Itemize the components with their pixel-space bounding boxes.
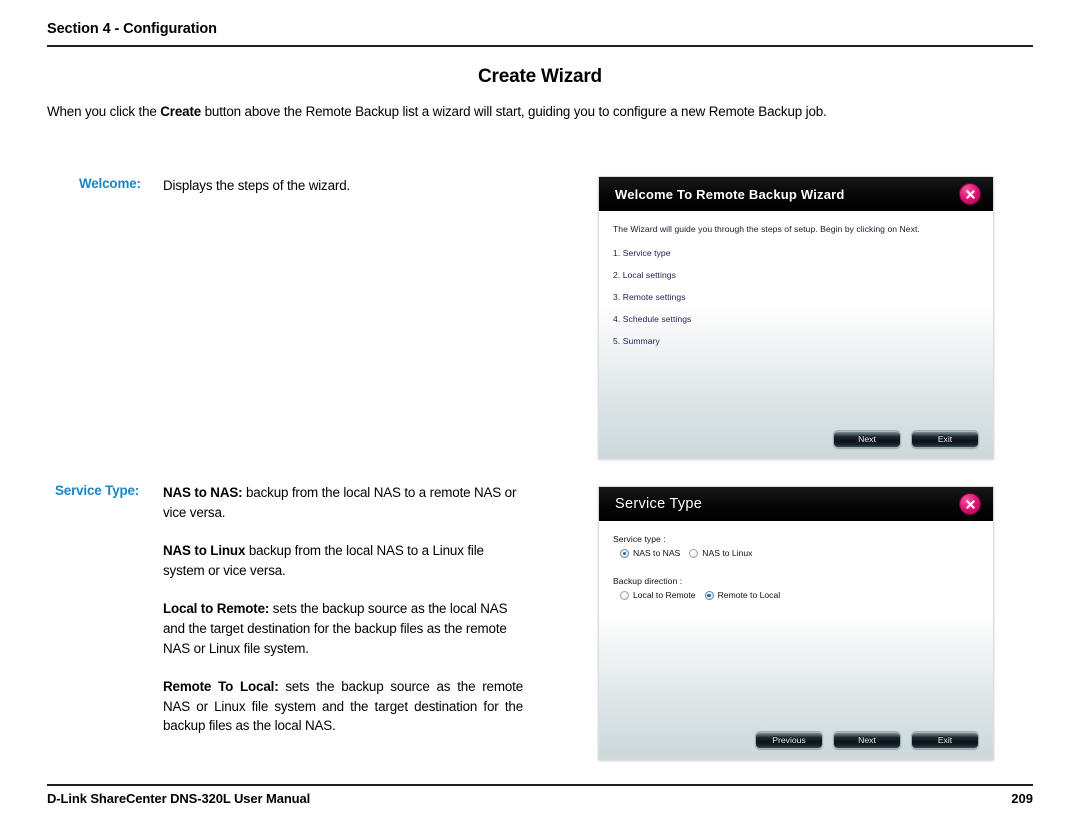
intro-text-after: button above the Remote Backup list a wi…	[201, 104, 827, 119]
page-title: Create Wizard	[478, 66, 602, 87]
para-4-bold: Remote To Local:	[163, 679, 279, 695]
header-divider	[47, 45, 1033, 47]
wizard-step-1: 1. Service type	[613, 248, 671, 258]
para-2-bold: NAS to Linux	[163, 543, 246, 559]
radio-indicator-nas-to-nas[interactable]	[620, 549, 629, 558]
radio-indicator-local-to-remote[interactable]	[620, 591, 629, 600]
exit-button[interactable]: Exit	[911, 430, 979, 448]
exit-button[interactable]: Exit	[911, 731, 979, 749]
radio-label-local-to-remote: Local to Remote	[633, 590, 696, 600]
radio-remote-to-local[interactable]: Remote to Local	[704, 590, 781, 601]
footer-divider	[47, 784, 1033, 786]
footer-manual-title: D-Link ShareCenter DNS-320L User Manual	[47, 791, 311, 806]
previous-button[interactable]: Previous	[755, 731, 823, 749]
welcome-description: Displays the steps of the wizard.	[163, 178, 351, 193]
row-body-service-type: NAS to NAS: backup from the local NAS to…	[163, 483, 523, 736]
radio-nas-to-nas[interactable]: NAS to NAS	[620, 548, 680, 559]
radio-local-to-remote[interactable]: Local to Remote	[620, 590, 696, 601]
radio-indicator-nas-to-linux[interactable]	[689, 549, 699, 558]
wizard-step-2: 2. Local settings	[613, 270, 676, 280]
section-title: Section 4 - Configuration	[47, 21, 217, 37]
service-type-radio-group: NAS to NAS NAS to Linux	[613, 548, 979, 559]
close-icon[interactable]	[959, 183, 981, 205]
dialog-welcome-body: The Wizard will guide you through the st…	[599, 211, 993, 347]
backup-direction-field-label: Backup direction :	[613, 576, 683, 586]
row-label-service-type: Service Type:	[55, 483, 140, 498]
next-button[interactable]: Next	[833, 731, 901, 749]
dialog-welcome-wizard: Welcome To Remote Backup Wizard The Wiza…	[598, 176, 994, 459]
service-type-para-remote-to-local: Remote To Local: sets the backup source …	[163, 677, 523, 736]
intro-paragraph: When you click the Create button above t…	[47, 103, 1033, 121]
dialog-service-type-titlebar: Service Type	[599, 487, 993, 521]
footer-page-number: 209	[1011, 791, 1033, 806]
close-icon[interactable]	[959, 493, 981, 515]
intro-text-bold: Create	[160, 104, 202, 119]
radio-nas-to-linux[interactable]: NAS to Linux	[689, 548, 752, 559]
dialog-service-type: Service Type Service type : NAS to NAS N…	[598, 486, 994, 760]
radio-label-nas-to-nas: NAS to NAS	[633, 548, 681, 558]
backup-direction-radio-group: Local to Remote Remote to Local	[613, 590, 979, 601]
service-type-para-nas-to-linux: NAS to Linux backup from the local NAS t…	[163, 541, 523, 580]
dialog-service-type-title: Service Type	[615, 496, 703, 512]
para-1-bold: NAS to NAS:	[163, 485, 243, 500]
service-type-para-local-to-remote: Local to Remote: sets the backup source …	[163, 599, 523, 658]
row-body-welcome: Displays the steps of the wizard.	[163, 176, 523, 196]
dialog-welcome-footer: Next Exit	[833, 430, 979, 448]
wizard-step-5: 5. Summary	[613, 336, 660, 346]
wizard-intro-text: The Wizard will guide you through the st…	[613, 224, 920, 234]
radio-indicator-remote-to-local[interactable]	[704, 591, 714, 600]
radio-label-remote-to-local: Remote to Local	[717, 590, 781, 600]
dialog-welcome-title: Welcome To Remote Backup Wizard	[615, 186, 845, 202]
next-button[interactable]: Next	[833, 430, 901, 448]
page-header: Section 4 - Configuration	[47, 20, 1033, 39]
service-type-para-nas-to-nas: NAS to NAS: backup from the local NAS to…	[163, 483, 523, 522]
field-spacer	[613, 561, 979, 575]
wizard-step-3: 3. Remote settings	[613, 292, 686, 302]
radio-label-nas-to-linux: NAS to Linux	[702, 548, 753, 558]
intro-text-before: When you click the	[47, 104, 161, 119]
wizard-step-4: 4. Schedule settings	[613, 314, 692, 324]
dialog-service-type-body: Service type : NAS to NAS NAS to Linux B…	[599, 521, 993, 601]
para-3-bold: Local to Remote:	[163, 601, 270, 617]
service-type-field-label: Service type :	[613, 534, 666, 544]
dialog-welcome-titlebar: Welcome To Remote Backup Wizard	[599, 177, 993, 211]
row-label-welcome: Welcome:	[79, 176, 141, 191]
dialog-service-type-footer: Previous Next Exit	[755, 731, 979, 749]
